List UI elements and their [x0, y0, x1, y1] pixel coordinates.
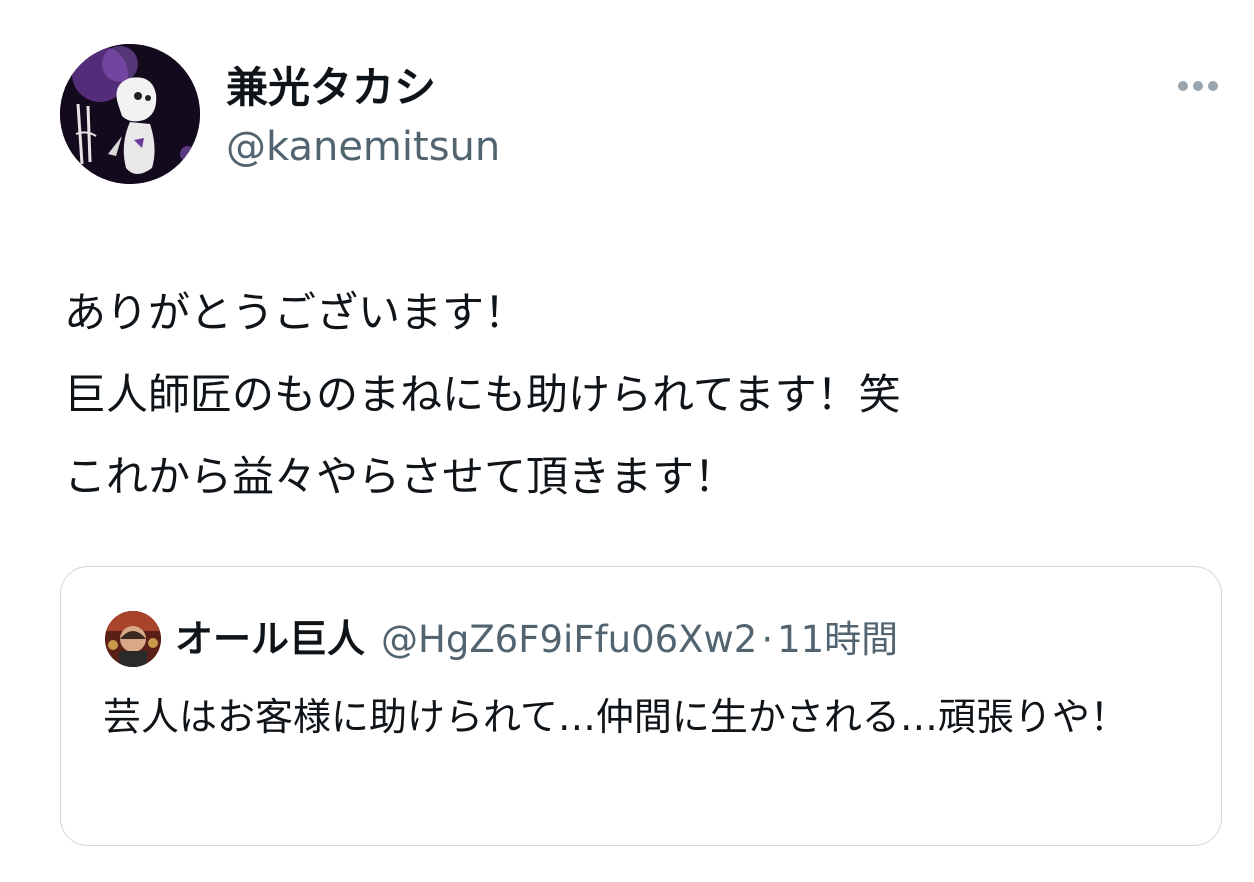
author-handle[interactable]: @kanemitsun	[226, 122, 500, 172]
more-horizontal-icon	[1178, 81, 1188, 91]
profile-avatar-icon	[60, 44, 200, 184]
quoted-tweet-text: 芸人はお客様に助けられて…仲間に生かされる…頑張りや！	[103, 695, 1128, 739]
author-display-name[interactable]: 兼光タカシ	[226, 62, 436, 114]
author-avatar[interactable]	[60, 44, 200, 184]
more-horizontal-icon-dot	[1193, 81, 1203, 91]
quoted-tweet-card[interactable]: オール巨人 @HgZ6F9iFfu06Xw2 · 11時間 芸人はお客様に助けら…	[60, 566, 1222, 846]
quoted-author-display-name[interactable]: オール巨人	[175, 613, 365, 665]
quoted-tweet-header: オール巨人 @HgZ6F9iFfu06Xw2 · 11時間	[175, 613, 898, 665]
quoted-author-avatar[interactable]	[105, 611, 161, 667]
quoted-author-handle[interactable]: @HgZ6F9iFfu06Xw2	[381, 614, 757, 666]
profile-avatar-icon	[105, 611, 161, 667]
tweet-text: ありがとうございます！ 巨人師匠のものまねにも助けられてます！笑 これから益々や…	[64, 288, 901, 501]
more-options-button[interactable]	[1170, 66, 1226, 106]
header-separator: ·	[761, 618, 774, 661]
more-horizontal-icon-dot	[1208, 81, 1218, 91]
quoted-tweet-time[interactable]: 11時間	[777, 614, 898, 666]
